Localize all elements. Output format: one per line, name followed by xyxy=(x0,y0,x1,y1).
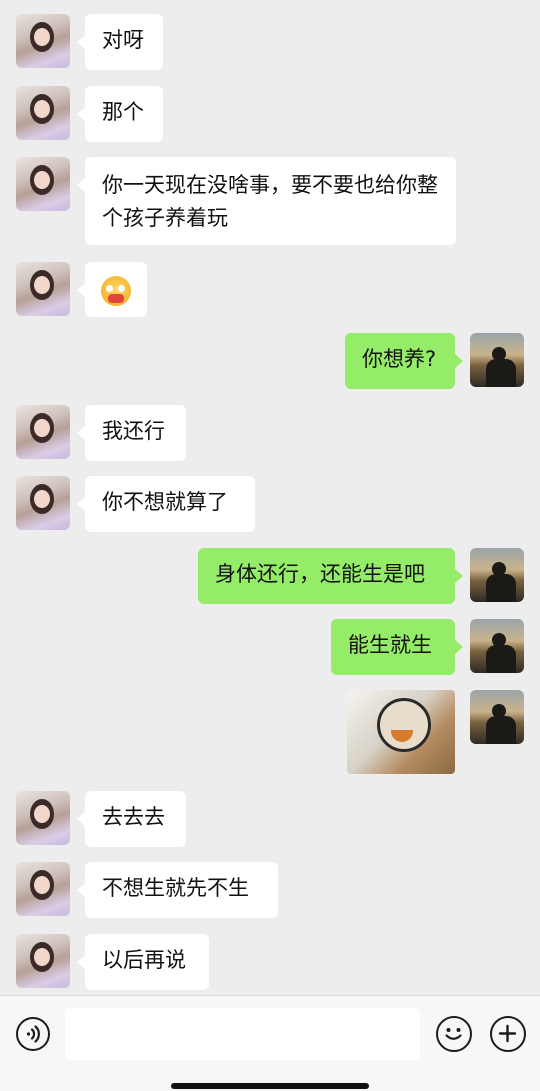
sticker-face xyxy=(377,698,431,752)
incoming-message-bubble[interactable]: 我还行 xyxy=(77,405,186,461)
panda-meme-sticker[interactable] xyxy=(347,690,455,774)
message-row: 对呀 xyxy=(0,14,540,70)
message-row: 你不想就算了 xyxy=(0,476,540,532)
incoming-message-bubble[interactable]: 去去去 xyxy=(77,791,186,847)
message-row: 你一天现在没啥事，要不要也给你整个孩子养着玩 xyxy=(0,157,540,247)
contact-avatar[interactable] xyxy=(16,862,70,916)
contact-avatar[interactable] xyxy=(16,86,70,140)
voice-icon[interactable] xyxy=(16,1017,50,1051)
contact-avatar[interactable] xyxy=(16,157,70,211)
contact-avatar[interactable] xyxy=(16,405,70,459)
message-row xyxy=(0,690,540,776)
incoming-message-bubble[interactable]: 对呀 xyxy=(77,14,163,70)
my-avatar[interactable] xyxy=(470,690,524,744)
contact-avatar[interactable] xyxy=(16,934,70,988)
outgoing-message-bubble[interactable]: 你想养? xyxy=(345,333,463,389)
message-row: 能生就生 xyxy=(0,619,540,675)
message-row: 我还行 xyxy=(0,405,540,461)
contact-avatar[interactable] xyxy=(16,14,70,68)
message-input[interactable] xyxy=(65,1008,420,1060)
message-row: 以后再说 xyxy=(0,934,540,990)
message-row: 不想生就先不生 xyxy=(0,862,540,918)
incoming-message-bubble[interactable]: 你不想就算了 xyxy=(77,476,255,532)
message-row: 身体还行，还能生是吧 xyxy=(0,548,540,604)
message-row: 那个 xyxy=(0,86,540,142)
incoming-emoji-bubble[interactable] xyxy=(77,262,147,317)
plus-icon[interactable] xyxy=(490,1016,526,1052)
my-avatar[interactable] xyxy=(470,548,524,602)
home-indicator xyxy=(171,1083,369,1089)
flushed-face-emoji-icon xyxy=(101,276,131,306)
my-avatar[interactable] xyxy=(470,333,524,387)
message-row: 去去去 xyxy=(0,791,540,847)
incoming-message-bubble[interactable]: 你一天现在没啥事，要不要也给你整个孩子养着玩 xyxy=(77,157,456,245)
message-row xyxy=(0,262,540,318)
outgoing-message-bubble[interactable]: 能生就生 xyxy=(331,619,463,675)
contact-avatar[interactable] xyxy=(16,476,70,530)
my-avatar[interactable] xyxy=(470,619,524,673)
contact-avatar[interactable] xyxy=(16,262,70,316)
incoming-message-bubble[interactable]: 那个 xyxy=(77,86,163,142)
chat-input-bar xyxy=(0,995,540,1091)
emoji-icon[interactable] xyxy=(436,1016,472,1052)
incoming-message-bubble[interactable]: 以后再说 xyxy=(77,934,209,990)
contact-avatar[interactable] xyxy=(16,791,70,845)
incoming-message-bubble[interactable]: 不想生就先不生 xyxy=(77,862,278,918)
message-row: 你想养? xyxy=(0,333,540,389)
outgoing-message-bubble[interactable]: 身体还行，还能生是吧 xyxy=(198,548,463,604)
